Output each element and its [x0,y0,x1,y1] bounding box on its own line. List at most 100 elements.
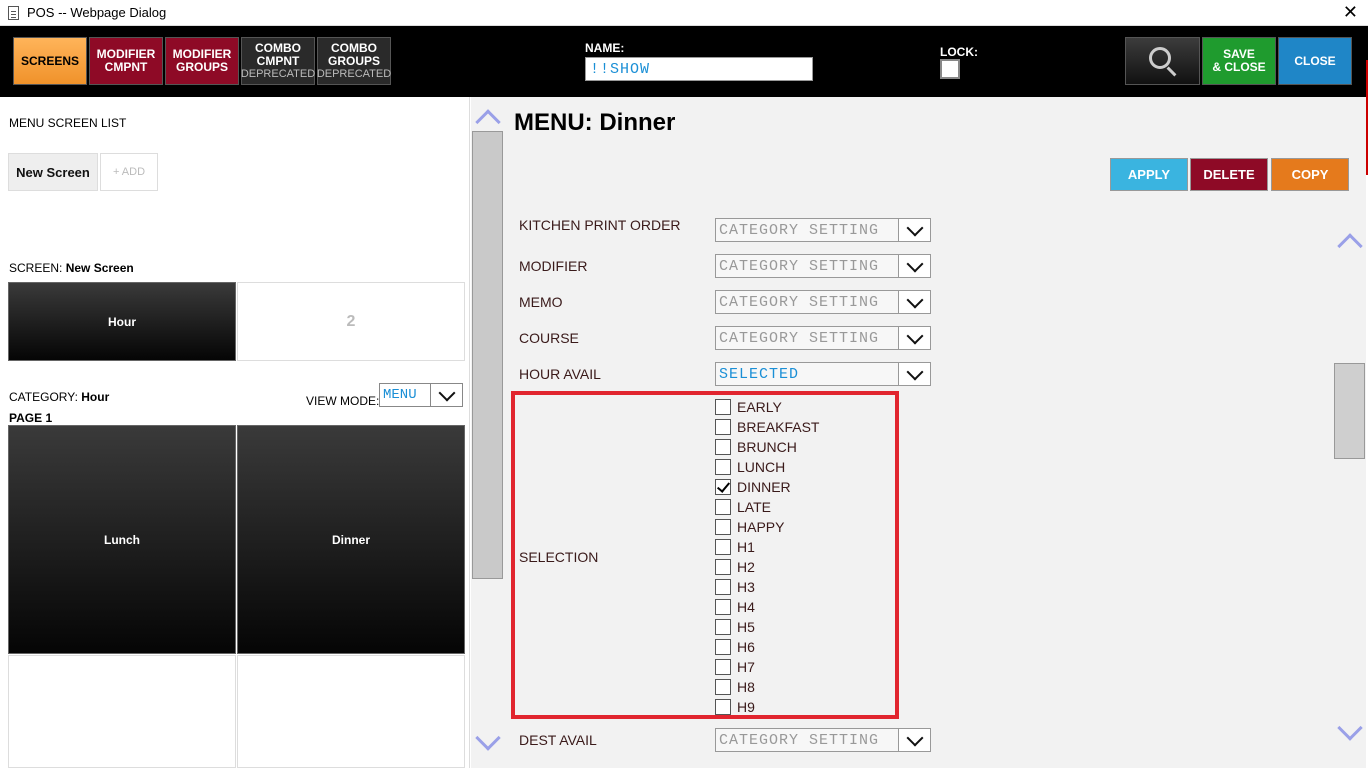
select-value: CATEGORY SETTING [719,294,880,311]
checkbox-label: EARLY [737,399,782,415]
selection-option-h7[interactable]: H7 [715,658,755,676]
category-tile-dinner[interactable]: Dinner [237,425,465,654]
category-tile-lunch[interactable]: Lunch [8,425,236,654]
selection-option-brunch[interactable]: BRUNCH [715,438,797,456]
window-titlebar: POS -- Webpage Dialog ✕ [0,0,1368,26]
selection-option-lunch[interactable]: LUNCH [715,458,785,476]
checkbox[interactable] [715,559,731,575]
save-close-button[interactable]: SAVE & CLOSE [1202,37,1276,85]
scroll-down-icon[interactable] [475,725,501,751]
window-title: POS -- Webpage Dialog [27,5,167,20]
field-label-dest-avail: DEST AVAIL [519,732,597,748]
field-label-kitchen-print-order: KITCHEN PRINT ORDER [519,217,681,233]
delete-button[interactable]: DELETE [1190,158,1268,191]
lock-label: LOCK: [940,45,978,59]
category-tile-empty[interactable] [8,655,236,768]
close-button[interactable]: CLOSE [1278,37,1352,85]
apply-button[interactable]: APPLY [1110,158,1188,191]
chevron-down-icon [898,327,930,349]
checkbox[interactable] [715,659,731,675]
selection-option-h1[interactable]: H1 [715,538,755,556]
selection-option-h3[interactable]: H3 [715,578,755,596]
category-tile-empty[interactable] [237,655,465,768]
add-screen-button[interactable]: + ADD [100,153,158,191]
selection-option-h9[interactable]: H9 [715,698,755,716]
dest-avail-select[interactable]: CATEGORY SETTING [715,728,931,752]
combo-cmpnt-button[interactable]: COMBO CMPNT DEPRECATED [241,37,315,85]
kitchen-print-order-select[interactable]: CATEGORY SETTING [715,218,931,242]
new-screen-button[interactable]: New Screen [8,153,98,191]
scrollbar-thumb[interactable] [472,131,503,579]
checkbox[interactable] [715,419,731,435]
memo-select[interactable]: CATEGORY SETTING [715,290,931,314]
window-close-icon[interactable]: ✕ [1343,2,1358,23]
name-label: NAME: [585,41,625,55]
modifier-groups-button[interactable]: MODIFIER GROUPS [165,37,239,85]
combo-groups-button[interactable]: COMBO GROUPS DEPRECATED [317,37,391,85]
selection-option-early[interactable]: EARLY [715,398,782,416]
hour-avail-select[interactable]: SELECTED [715,362,931,386]
checkbox[interactable] [715,579,731,595]
scroll-down-icon[interactable] [1337,715,1363,741]
view-mode-value: MENU [383,387,417,403]
scroll-up-icon[interactable] [1337,233,1363,259]
selection-option-h4[interactable]: H4 [715,598,755,616]
checkbox-label: BRUNCH [737,439,797,455]
view-mode-select[interactable]: MENU [379,383,463,407]
save-close-line2: & CLOSE [1212,60,1266,74]
checkbox[interactable] [715,699,731,715]
select-value: CATEGORY SETTING [719,732,880,749]
selection-option-late[interactable]: LATE [715,498,771,516]
course-select[interactable]: CATEGORY SETTING [715,326,931,350]
select-value: SELECTED [719,366,800,383]
checkbox[interactable] [715,499,731,515]
screen-tile-2[interactable]: 2 [237,282,465,361]
search-icon [1148,47,1171,69]
selection-option-h2[interactable]: H2 [715,558,755,576]
selection-option-h5[interactable]: H5 [715,618,755,636]
copy-button[interactable]: COPY [1271,158,1349,191]
checkbox[interactable] [715,639,731,655]
lock-checkbox[interactable] [940,59,960,79]
search-button[interactable] [1125,37,1200,85]
checkbox[interactable] [715,399,731,415]
screen-label: SCREEN: New Screen [9,261,134,275]
checkbox[interactable] [715,599,731,615]
selection-option-happy[interactable]: HAPPY [715,518,784,536]
screens-button[interactable]: SCREENS [13,37,87,85]
checkbox[interactable] [715,459,731,475]
selection-option-h8[interactable]: H8 [715,678,755,696]
checkbox[interactable] [715,619,731,635]
screen-tile-hour[interactable]: Hour [8,282,236,361]
checkbox-label: LATE [737,499,771,515]
left-scrollbar[interactable] [471,97,505,768]
selection-option-h6[interactable]: H6 [715,638,755,656]
left-panel: MENU SCREEN LIST New Screen + ADD SCREEN… [0,97,470,768]
chevron-down-icon [898,363,930,385]
checkbox[interactable] [715,519,731,535]
right-scrollbar[interactable] [1331,217,1366,768]
checkbox-label: H1 [737,539,755,555]
close-label: CLOSE [1294,53,1336,68]
checkbox[interactable] [715,479,731,495]
checkbox[interactable] [715,439,731,455]
checkbox[interactable] [715,679,731,695]
combo-cmpnt-deprecated: DEPRECATED [240,67,316,80]
scrollbar-thumb[interactable] [1334,363,1365,459]
checkbox[interactable] [715,539,731,555]
screen-prefix: SCREEN: [9,261,66,275]
selection-option-dinner[interactable]: DINNER [715,478,791,496]
select-value: CATEGORY SETTING [719,222,880,239]
name-input[interactable]: !!SHOW [585,57,813,81]
right-panel: MENU: Dinner APPLY DELETE COPY KITCHEN P… [505,97,1366,768]
screens-label: SCREENS [20,53,79,68]
modifier-cmpnt-button[interactable]: MODIFIER CMPNT [89,37,163,85]
checkbox-label: H4 [737,599,755,615]
field-label-course: COURSE [519,330,579,346]
modifier-select[interactable]: CATEGORY SETTING [715,254,931,278]
checkbox-label: H9 [737,699,755,715]
selection-option-breakfast[interactable]: BREAKFAST [715,418,819,436]
category-prefix: CATEGORY: [9,390,82,404]
chevron-down-icon [898,291,930,313]
chevron-down-icon [898,255,930,277]
